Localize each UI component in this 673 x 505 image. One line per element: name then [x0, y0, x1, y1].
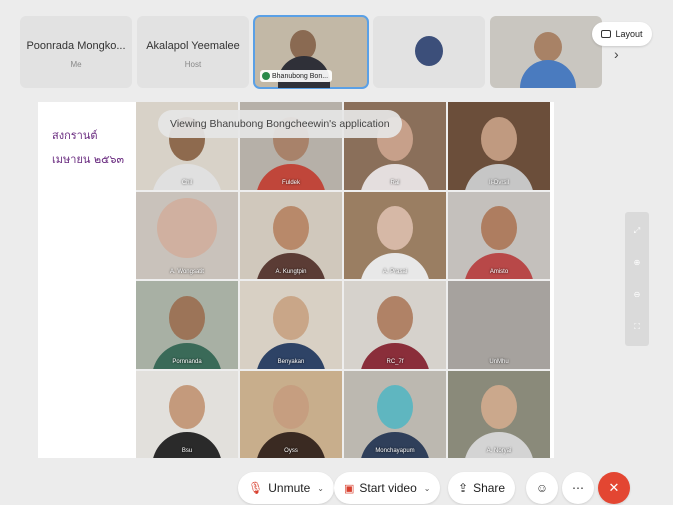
participant-avatar: [415, 36, 443, 66]
body: [256, 432, 326, 458]
share-label: Share: [473, 481, 506, 495]
grid-cell-label: A. Prasai: [382, 269, 408, 275]
grid-cell-label: Ii-Dvrsil: [489, 179, 509, 186]
grid-cell: A. Wongsatit: [136, 191, 238, 279]
participant-name: Poonrada Mongko...: [26, 40, 126, 52]
participant-video[interactable]: [490, 16, 602, 88]
participant-tile-host[interactable]: Akalapol Yeemalee Host: [137, 16, 249, 88]
grid-cell-label: Chil: [181, 179, 193, 186]
close-icon: ✕: [608, 480, 620, 495]
face: [273, 295, 309, 340]
participant-name: Akalapol Yeemalee: [146, 40, 240, 52]
grid-cell-label: Benyakan: [277, 358, 305, 365]
grid-cell: Pornnanda: [136, 281, 238, 369]
viewing-banner: Viewing Bhanubong Bongcheewin's applicat…: [158, 110, 402, 138]
face: [169, 295, 205, 340]
expand-icon[interactable]: ⤢: [625, 226, 649, 236]
body: [360, 253, 430, 279]
face: [481, 385, 517, 430]
body: [152, 432, 222, 458]
grid-cell-label: A. Noryai: [486, 448, 512, 454]
grid-cell: Monchayapum: [344, 370, 446, 458]
grid-cell-label: Oyss: [284, 448, 298, 454]
speaker-label: Bhanubong Bon...: [260, 70, 333, 82]
face: [481, 116, 517, 161]
grid-cell: Amisto: [448, 191, 550, 279]
speaker-indicator-icon: [262, 72, 270, 80]
zoom-in-icon[interactable]: ⊕: [625, 258, 649, 267]
layout-button-label: Layout: [615, 29, 643, 39]
participant-body: [520, 60, 576, 88]
body: [464, 253, 534, 279]
shared-title-line2: เมษายน ๒๕๖๓: [52, 153, 124, 166]
participant-role: Host: [184, 60, 202, 69]
smiley-icon: ☺: [535, 481, 549, 495]
grid-cell-label: Fuldek: [281, 179, 300, 186]
grid-cell-label: Ral: [390, 179, 400, 186]
body: [464, 432, 534, 458]
chevron-down-icon[interactable]: ⌄: [317, 484, 324, 493]
body: [360, 432, 430, 458]
speaker-label-text: Bhanubong Bon...: [272, 72, 329, 80]
grid-cell: Benyakan: [240, 281, 342, 369]
participant-tile-me[interactable]: Poonrada Mongko... Me: [20, 16, 132, 88]
share-toolbar: ⤢ ⊕ ⊖ ⛶: [625, 212, 649, 346]
video-grid: Chil Fuldek Ral Ii-Dvrsil A. Wongsatit A…: [136, 102, 550, 458]
face: [273, 385, 309, 430]
participant-avatar: [534, 32, 562, 62]
unmute-button[interactable]: 🎙 Unmute ⌄: [238, 472, 334, 504]
face: [273, 206, 309, 251]
reactions-button[interactable]: ☺: [526, 472, 558, 504]
start-video-button[interactable]: ▣ Start video ⌄: [334, 472, 441, 504]
meeting-controls: 🎙 Unmute ⌄ ▣ Start video ⌄ ⇪ Share ☺ ⋯ ✕: [0, 470, 673, 505]
share-button[interactable]: ⇪ Share: [448, 472, 516, 504]
unmute-label: Unmute: [268, 481, 311, 495]
more-options-button[interactable]: ⋯: [562, 472, 594, 504]
microphone-muted-icon: 🎙: [248, 481, 264, 495]
grid-cell-label: Bsu: [181, 448, 193, 454]
zoom-out-icon[interactable]: ⊖: [625, 290, 649, 299]
grid-cell: RC_7f: [344, 281, 446, 369]
chevron-down-icon[interactable]: ⌄: [424, 484, 431, 493]
grid-cell: Oyss: [240, 370, 342, 458]
camera-off-icon: ▣: [344, 482, 355, 495]
more-icon: ⋯: [572, 481, 584, 495]
grid-cell-label: Pornnanda: [172, 358, 202, 365]
grid-cell-label: Amisto: [489, 269, 509, 275]
face: [377, 206, 413, 251]
grid-cell: A. Kungtpin: [240, 191, 342, 279]
grid-cell-label: Monchayapum: [375, 448, 415, 454]
grid-cell: UnMhu: [448, 281, 550, 369]
participant-role: Me: [70, 60, 82, 69]
body: [256, 253, 326, 279]
face: [377, 295, 413, 340]
grid-cell: A. Noryai: [448, 370, 550, 458]
chevron-right-icon[interactable]: ›: [614, 46, 619, 62]
grid-cell: A. Prasai: [344, 191, 446, 279]
grid-cell-label: RC_7f: [386, 358, 404, 365]
fit-icon[interactable]: ⛶: [625, 322, 649, 332]
layout-icon: [601, 30, 612, 38]
share-icon: ⇪: [458, 481, 469, 495]
participant-video-active-speaker[interactable]: Bhanubong Bon...: [253, 15, 369, 89]
face: [377, 385, 413, 430]
start-video-label: Start video: [359, 481, 417, 495]
shared-title-line1: สงกรานต์: [52, 129, 98, 142]
end-call-button[interactable]: ✕: [598, 472, 630, 504]
grid-cell-label: UnMhu: [489, 358, 509, 365]
layout-button[interactable]: Layout: [592, 22, 652, 46]
face: [157, 198, 217, 259]
shared-content: สงกรานต์ เมษายน ๒๕๖๓ Chil Fuldek Ral Ii-…: [38, 102, 554, 458]
grid-cell: Bsu: [136, 370, 238, 458]
face: [169, 385, 205, 430]
grid-cell-label: A. Kungtpin: [275, 269, 307, 275]
shared-title: สงกรานต์ เมษายน ๒๕๖๓: [52, 124, 124, 172]
grid-cell-label: A. Wongsatit: [170, 269, 204, 275]
participant-tile-avatar[interactable]: [373, 16, 485, 88]
grid-cell: Ii-Dvrsil: [448, 102, 550, 190]
face: [481, 206, 517, 251]
participant-strip: Poonrada Mongko... Me Akalapol Yeemalee …: [0, 10, 673, 94]
